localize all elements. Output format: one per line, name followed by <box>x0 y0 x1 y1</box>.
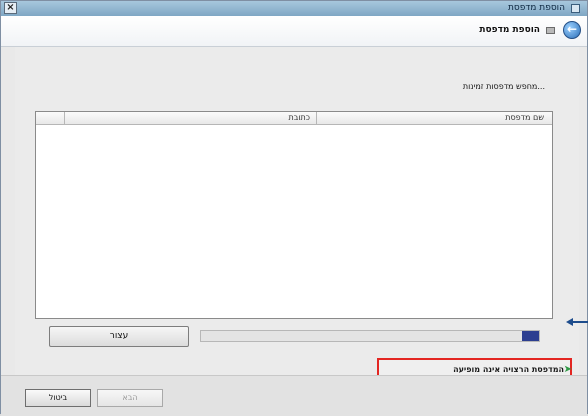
close-button[interactable]: × <box>4 2 17 14</box>
back-button[interactable]: ← <box>563 21 581 39</box>
printer-not-listed-link[interactable]: המדפסת הרצויה אינה מופיעה <box>453 365 564 374</box>
searching-status: מחפש מדפסות זמינות... <box>462 82 545 91</box>
column-header-spacer <box>36 112 64 124</box>
printer-list[interactable]: שם מדפסת כתובת <box>35 111 553 319</box>
progress-fill <box>522 331 539 341</box>
page-title: הוספת מדפסת <box>479 25 540 35</box>
stop-button[interactable]: עצור <box>49 326 189 347</box>
next-button[interactable]: הבא <box>97 389 163 407</box>
title-bar: × הוספת מדפסת <box>1 1 587 17</box>
printer-icon <box>571 4 580 13</box>
callout-arrow-icon <box>566 318 588 326</box>
column-header-address[interactable]: כתובת <box>64 112 316 124</box>
wizard-header: ← הוספת מדפסת <box>1 16 587 47</box>
printer-icon <box>546 27 555 34</box>
list-header: שם מדפסת כתובת <box>36 112 552 125</box>
cancel-button[interactable]: ביטול <box>25 389 91 407</box>
green-arrow-icon: ➤ <box>563 364 572 375</box>
search-progress-bar <box>200 330 540 342</box>
wizard-content: מחפש מדפסות זמינות... שם מדפסת כתובת עצו… <box>15 47 579 383</box>
column-header-printer-name[interactable]: שם מדפסת <box>316 112 552 124</box>
window-title: הוספת מדפסת <box>508 3 565 13</box>
add-printer-window: × הוספת מדפסת ← הוספת מדפסת מחפש מדפסות … <box>0 0 588 416</box>
wizard-footer: ביטול הבא <box>1 375 587 416</box>
